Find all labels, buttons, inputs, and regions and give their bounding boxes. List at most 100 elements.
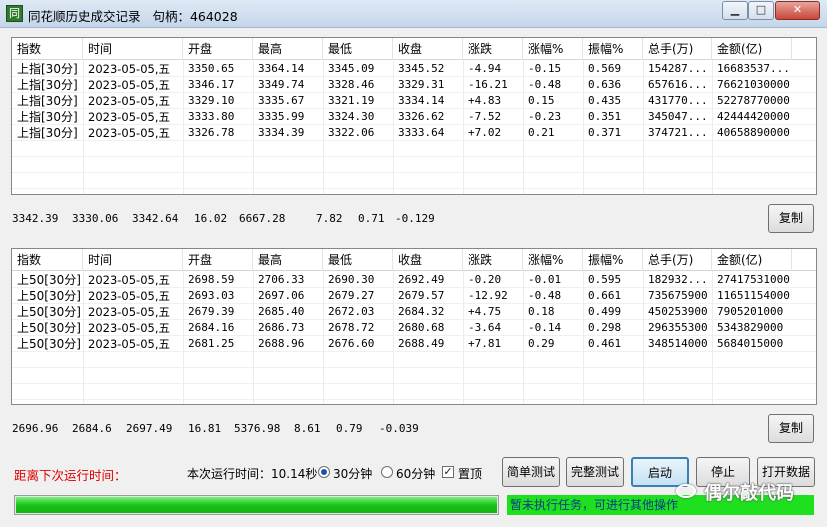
maximize-button[interactable]: □ [748, 1, 774, 20]
column-header-time[interactable]: 时间 [83, 38, 183, 60]
summary-value: 16.81 [188, 422, 222, 435]
table-row[interactable]: 上50[30分] 2023-05-05,五 2693.03 2697.06 2679.2… [12, 288, 816, 304]
cell-index: 上指[30分] [17, 126, 78, 140]
cell-change-pct: -0.01 [528, 273, 562, 286]
cell-volume: 154287... [648, 62, 708, 75]
column-header-close[interactable]: 收盘 [393, 249, 463, 271]
cell-time: 2023-05-05,五 [88, 305, 170, 319]
radio-60min-label[interactable]: 60分钟 [396, 465, 435, 482]
cell-amplitude: 0.569 [588, 62, 622, 75]
column-header-amount[interactable]: 金额(亿) [712, 38, 792, 60]
cell-change: +7.81 [468, 337, 502, 350]
minimize-button[interactable]: ▁ [722, 1, 748, 20]
cell-volume: 345047... [648, 110, 708, 123]
column-header-change[interactable]: 涨跌 [463, 249, 523, 271]
table-row[interactable]: 上指[30分] 2023-05-05,五 3350.65 3364.14 3345.09… [12, 61, 816, 77]
cell-change: -3.64 [468, 321, 502, 334]
cell-high: 3349.74 [258, 78, 305, 91]
radio-30min-label[interactable]: 30分钟 [333, 465, 372, 482]
cell-change-pct: 0.15 [528, 94, 555, 107]
column-header-open[interactable]: 开盘 [183, 249, 253, 271]
table-row[interactable]: 上指[30分] 2023-05-05,五 3346.17 3349.74 3328.46… [12, 77, 816, 93]
pin-checkbox[interactable]: ✓ [442, 466, 454, 478]
column-header-change-pct[interactable]: 涨幅% [523, 38, 583, 60]
cell-volume: 348514000 [648, 337, 708, 350]
summary-value: 7.82 [316, 212, 343, 225]
column-header-close[interactable]: 收盘 [393, 38, 463, 60]
app-icon: 同 [6, 5, 23, 22]
cell-low: 2678.72 [328, 321, 375, 334]
summary-value: 5376.98 [234, 422, 281, 435]
cell-time: 2023-05-05,五 [88, 126, 170, 140]
cell-volume: 374721... [648, 126, 708, 139]
cell-low: 2676.60 [328, 337, 375, 350]
table-row[interactable]: 上指[30分] 2023-05-05,五 3329.10 3335.67 3321.19… [12, 93, 816, 109]
column-header-change[interactable]: 涨跌 [463, 38, 523, 60]
column-header-amplitude[interactable]: 振幅% [583, 38, 643, 60]
cell-time: 2023-05-05,五 [88, 321, 170, 335]
table-row[interactable]: 上50[30分] 2023-05-05,五 2679.39 2685.40 2672.0… [12, 304, 816, 320]
cell-volume: 735675900 [648, 289, 708, 302]
close-button[interactable]: ✕ [775, 1, 820, 20]
column-header-index[interactable]: 指数 [12, 249, 83, 271]
bottom-index-table[interactable]: 指数 时间 开盘 最高 最低 收盘 涨跌 涨幅% 振幅% 总手(万) 金额(亿) 上50[30分] 20… [11, 248, 817, 405]
cell-amplitude: 0.435 [588, 94, 622, 107]
handle-value: 464028 [189, 9, 238, 24]
full-test-button[interactable]: 完整测试 [566, 457, 624, 487]
grid-row-line [12, 172, 816, 173]
radio-30min[interactable] [318, 466, 330, 478]
cell-open: 2693.03 [188, 289, 235, 302]
column-header-high[interactable]: 最高 [253, 249, 323, 271]
cell-change: +7.02 [468, 126, 502, 139]
cell-amount: 42444420000 [717, 110, 790, 123]
cell-low: 2690.30 [328, 273, 375, 286]
table-row[interactable]: 上50[30分] 2023-05-05,五 2684.16 2686.73 2678.7… [12, 320, 816, 336]
cell-time: 2023-05-05,五 [88, 62, 170, 76]
summary-value: 16.02 [194, 212, 228, 225]
column-header-index[interactable]: 指数 [12, 38, 83, 60]
column-header-volume[interactable]: 总手(万) [643, 38, 712, 60]
cell-index: 上50[30分] [17, 305, 81, 319]
cell-index: 上指[30分] [17, 78, 78, 92]
cell-close: 3345.52 [398, 62, 445, 75]
column-header-amount[interactable]: 金额(亿) [712, 249, 792, 271]
radio-60min[interactable] [381, 466, 393, 478]
top-index-table[interactable]: 指数 时间 开盘 最高 最低 收盘 涨跌 涨幅% 振幅% 总手(万) 金额(亿) 上指[30分] 202… [11, 37, 817, 195]
column-header-change-pct[interactable]: 涨幅% [523, 249, 583, 271]
cell-amount: 16683537... [717, 62, 790, 75]
cell-change-pct: -0.14 [528, 321, 562, 334]
cell-amplitude: 0.661 [588, 289, 622, 302]
column-header-high[interactable]: 最高 [253, 38, 323, 60]
cell-amount: 27417531000 [717, 273, 790, 286]
cell-amount: 5343829000 [717, 321, 784, 334]
table-row[interactable]: 上指[30分] 2023-05-05,五 3333.80 3335.99 3324.30… [12, 109, 816, 125]
table-row[interactable]: 上50[30分] 2023-05-05,五 2698.59 2706.33 2690.3… [12, 272, 816, 288]
column-header-low[interactable]: 最低 [323, 38, 393, 60]
copy-bottom-button[interactable]: 复制 [768, 414, 814, 443]
column-header-volume[interactable]: 总手(万) [643, 249, 712, 271]
pin-label[interactable]: 置顶 [458, 465, 482, 482]
copy-top-button[interactable]: 复制 [768, 204, 814, 233]
cell-index: 上50[30分] [17, 337, 81, 351]
grid-row-line [12, 188, 816, 189]
cell-change: -0.20 [468, 273, 502, 286]
column-header-amplitude[interactable]: 振幅% [583, 249, 643, 271]
window-title-text: 同花顺历史成交记录 [28, 9, 141, 24]
simple-test-button[interactable]: 简单测试 [502, 457, 560, 487]
column-header-time[interactable]: 时间 [83, 249, 183, 271]
cell-high: 2697.06 [258, 289, 305, 302]
table-row[interactable]: 上指[30分] 2023-05-05,五 3326.78 3334.39 3322.06… [12, 125, 816, 141]
cell-amount: 7905201000 [717, 305, 784, 318]
cell-amount: 40658890000 [717, 126, 790, 139]
cell-change: -16.21 [468, 78, 508, 91]
cell-open: 2684.16 [188, 321, 235, 334]
column-header-low[interactable]: 最低 [323, 249, 393, 271]
cell-amplitude: 0.298 [588, 321, 622, 334]
cell-close: 3334.14 [398, 94, 445, 107]
column-header-open[interactable]: 开盘 [183, 38, 253, 60]
cell-change-pct: 0.21 [528, 126, 555, 139]
cell-low: 3321.19 [328, 94, 375, 107]
cell-close: 2679.57 [398, 289, 445, 302]
cell-index: 上50[30分] [17, 289, 81, 303]
table-row[interactable]: 上50[30分] 2023-05-05,五 2681.25 2688.96 2676.6… [12, 336, 816, 352]
